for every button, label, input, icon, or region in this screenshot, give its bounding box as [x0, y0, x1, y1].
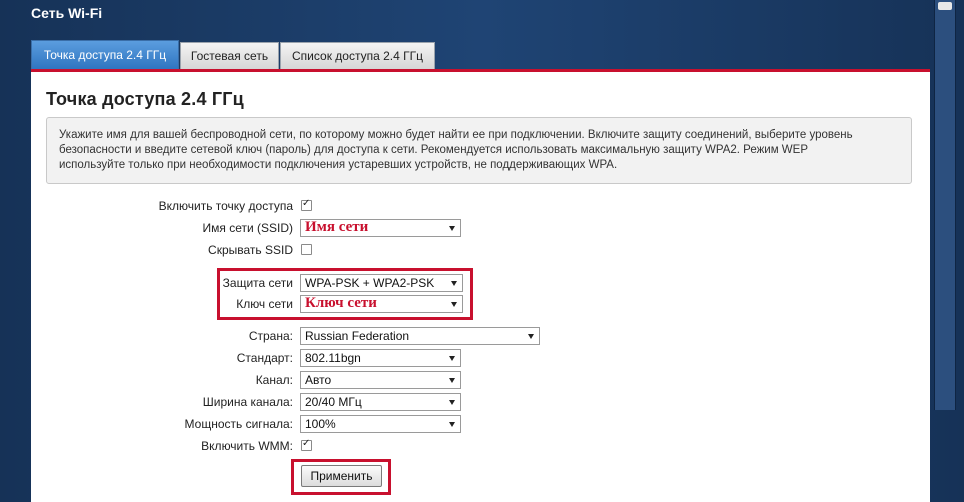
chevron-down-icon — [451, 302, 457, 307]
ssid-label: Имя сети (SSID) — [202, 221, 293, 235]
key-label: Ключ сети — [236, 297, 293, 311]
power-label: Мощность сигнала: — [184, 417, 293, 431]
channel-select[interactable]: Авто — [300, 371, 461, 389]
tab-guest-network[interactable]: Гостевая сеть — [180, 42, 279, 69]
scroll-thumb[interactable] — [938, 2, 952, 10]
security-label: Защита сети — [222, 276, 293, 290]
ssid-input[interactable]: Имя сети — [300, 219, 461, 237]
chevron-down-icon — [449, 356, 455, 361]
bandwidth-label: Ширина канала: — [202, 395, 293, 409]
chevron-down-icon — [451, 281, 457, 286]
settings-panel: Точка доступа 2.4 ГГц Укажите имя для ва… — [31, 72, 930, 502]
power-select[interactable]: 100% — [300, 415, 461, 433]
enable-ap-checkbox[interactable] — [301, 198, 312, 211]
key-value: Ключ сети — [305, 295, 377, 311]
app-title: Сеть Wi-Fi — [31, 5, 103, 21]
tab-access-list-2-4[interactable]: Список доступа 2.4 ГГц — [280, 42, 435, 69]
country-label: Страна: — [248, 329, 293, 343]
info-box: Укажите имя для вашей беспроводной сети,… — [46, 117, 912, 184]
page-title: Точка доступа 2.4 ГГц — [46, 89, 244, 109]
ssid-value: Имя сети — [305, 219, 369, 235]
apply-button[interactable]: Применить — [301, 465, 382, 487]
info-text-line: Укажите имя для вашей беспроводной сети,… — [59, 129, 853, 141]
wmm-label: Включить WMM: — [201, 439, 293, 453]
hide-ssid-checkbox[interactable] — [301, 244, 312, 255]
key-input[interactable]: Ключ сети — [300, 295, 463, 313]
security-select[interactable]: WPA-PSK + WPA2-PSK — [300, 274, 463, 292]
chevron-down-icon — [449, 226, 455, 231]
power-value: 100% — [305, 417, 336, 431]
standard-select[interactable]: 802.11bgn — [300, 349, 461, 367]
bandwidth-select[interactable]: 20/40 МГц — [300, 393, 461, 411]
standard-label: Стандарт: — [236, 351, 293, 365]
chevron-down-icon — [449, 400, 455, 405]
country-value: Russian Federation — [305, 329, 410, 343]
standard-value: 802.11bgn — [305, 351, 361, 365]
channel-value: Авто — [305, 373, 332, 387]
tab-access-point-2-4[interactable]: Точка доступа 2.4 ГГц — [31, 40, 179, 69]
channel-label: Канал: — [255, 373, 293, 387]
window-frame: Сеть Wi-Fi Точка доступа 2.4 ГГц Гостева… — [0, 0, 964, 502]
chevron-down-icon — [528, 334, 534, 339]
wmm-checkbox[interactable] — [301, 438, 312, 451]
enable-ap-label: Включить точку доступа — [158, 199, 293, 213]
chevron-down-icon — [449, 422, 455, 427]
security-value: WPA-PSK + WPA2-PSK — [305, 276, 435, 290]
country-select[interactable]: Russian Federation — [300, 327, 540, 345]
chevron-down-icon — [449, 378, 455, 383]
bandwidth-value: 20/40 МГц — [305, 395, 362, 409]
scrollbar[interactable] — [934, 0, 956, 410]
hide-ssid-label: Скрывать SSID — [208, 243, 293, 257]
info-text-line: используйте только при необходимости под… — [59, 159, 618, 171]
info-text-line: безопасности и введите сетевой ключ (пар… — [59, 144, 808, 156]
